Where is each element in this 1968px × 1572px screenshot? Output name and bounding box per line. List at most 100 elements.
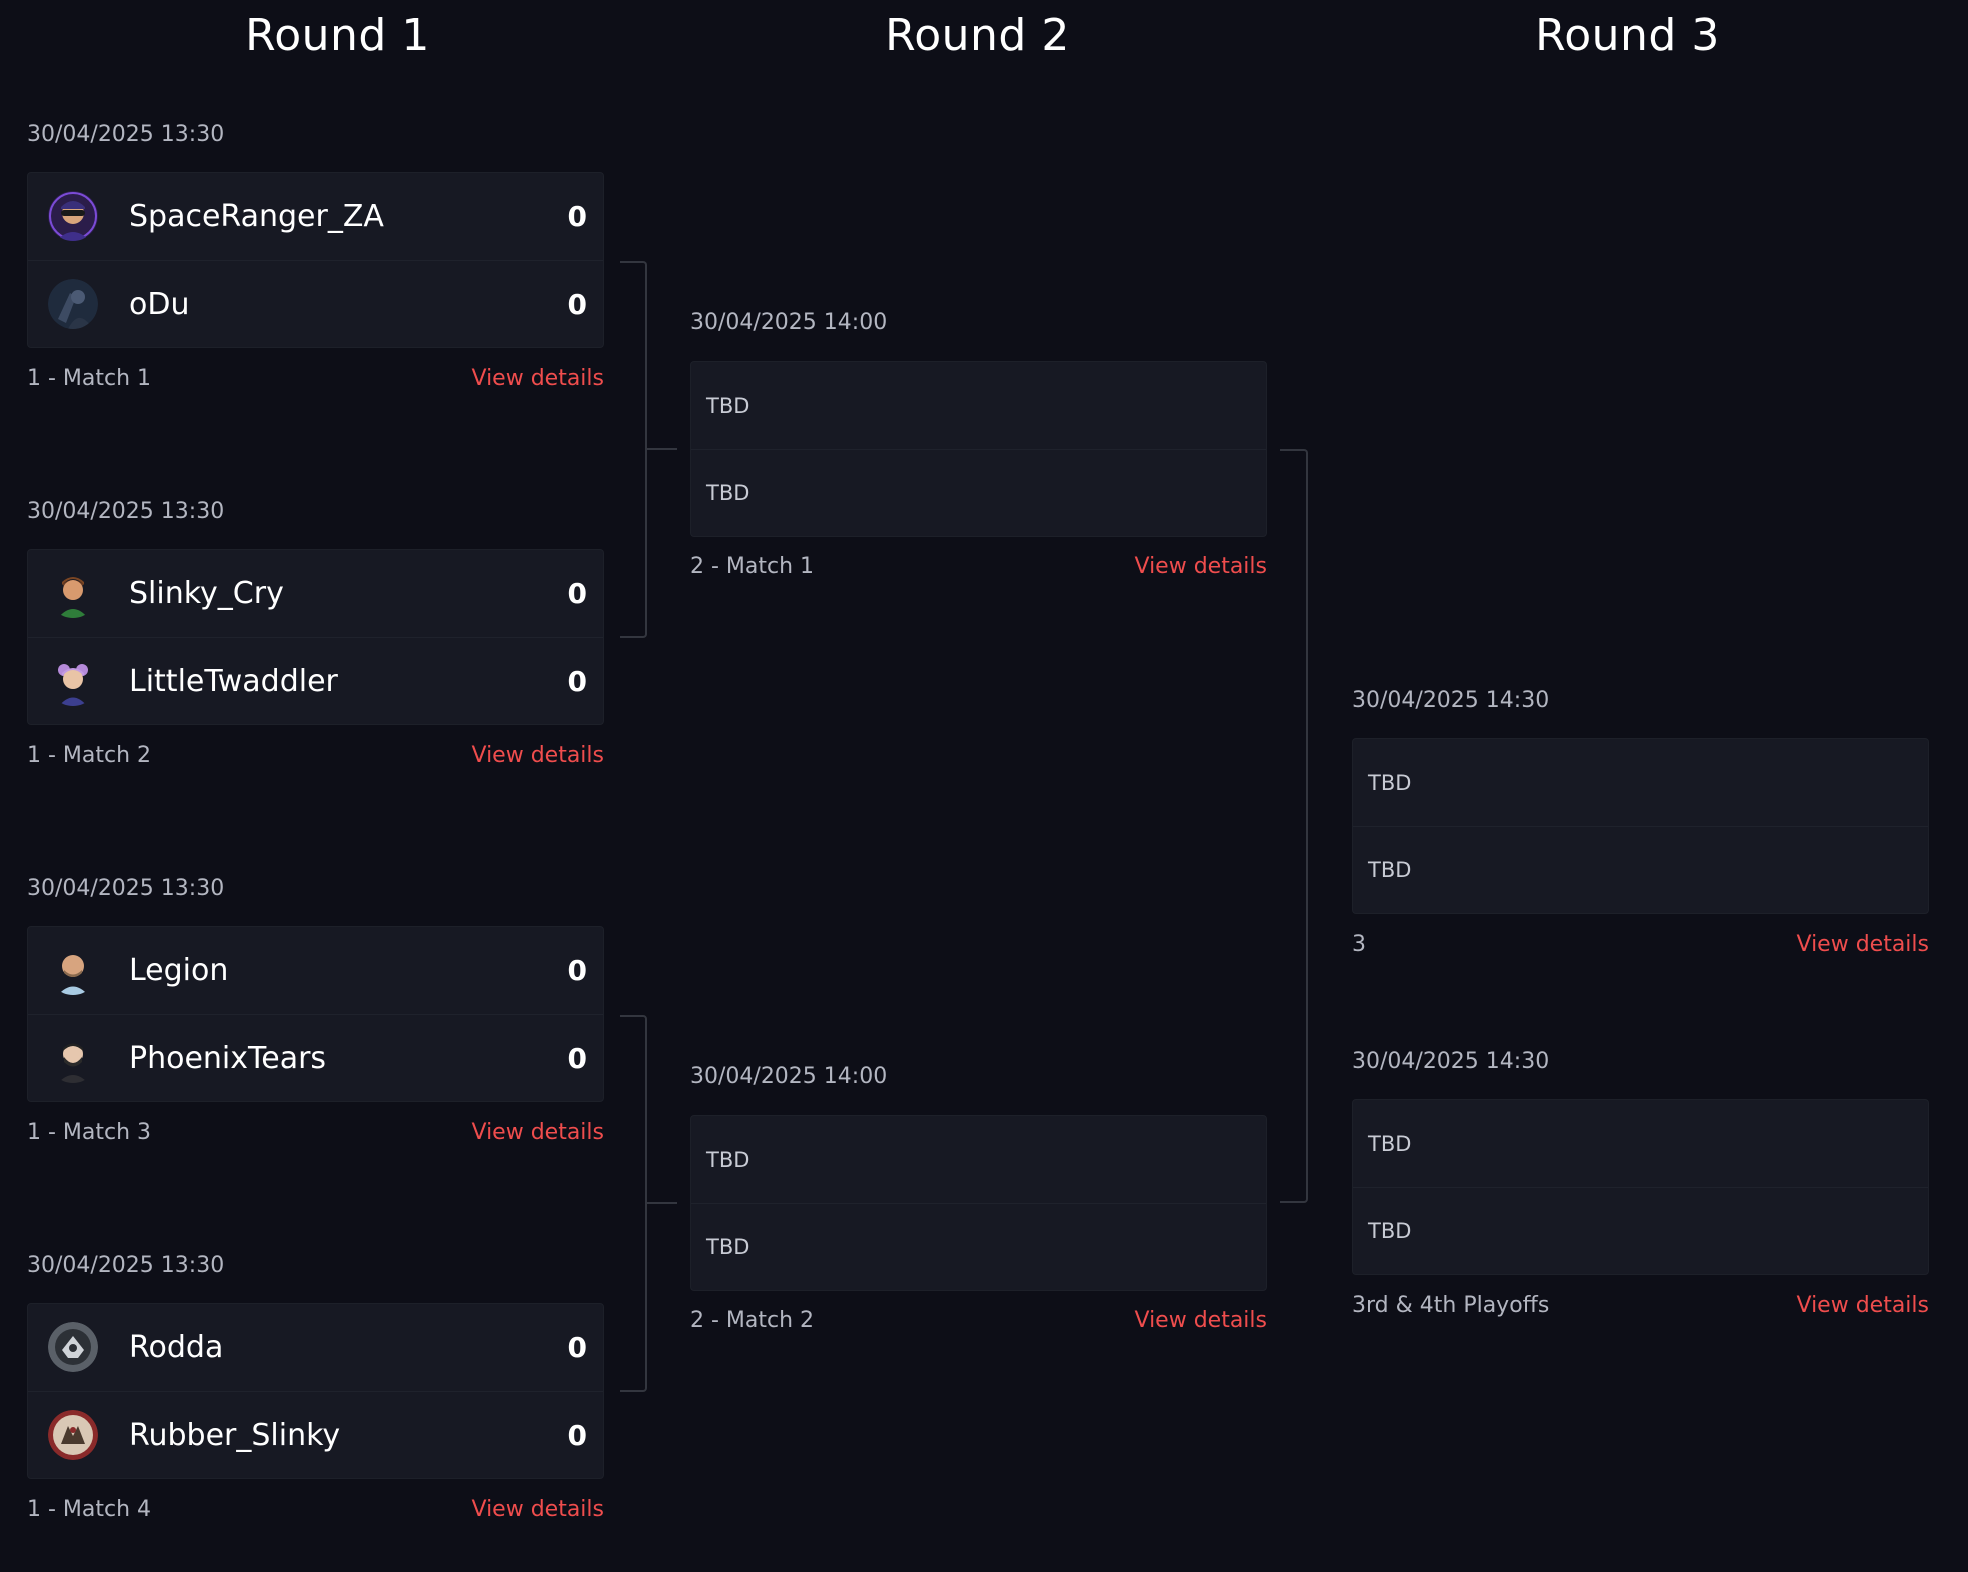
player-name: Rodda — [129, 1330, 224, 1365]
tbd-name: TBD — [706, 393, 750, 418]
player-slot[interactable]: Slinky_Cry 0 — [28, 550, 603, 637]
player-score: 0 — [567, 287, 587, 321]
match-card[interactable]: TBD TBD — [690, 361, 1267, 537]
match-footer: 2 - Match 1 View details — [690, 554, 1267, 579]
bracket-connector — [620, 261, 647, 638]
match-footer: 1 - Match 1 View details — [27, 366, 604, 391]
match-date: 30/04/2025 14:00 — [690, 1064, 888, 1089]
player-slot[interactable]: TBD — [1353, 739, 1928, 826]
player-slot[interactable]: TBD — [691, 362, 1266, 449]
match-card[interactable]: TBD TBD — [690, 1115, 1267, 1291]
bearded-avatar — [48, 1033, 98, 1083]
view-details-link[interactable]: View details — [472, 1120, 605, 1145]
match-label: 1 - Match 1 — [27, 366, 152, 391]
round-3-title: Round 3 — [1535, 10, 1720, 61]
match-r3-playoff: 30/04/2025 14:30 TBD TBD 3rd & 4th Playo… — [1352, 1047, 1929, 1332]
round-1-title: Round 1 — [245, 10, 430, 61]
player-slot[interactable]: TBD — [1353, 826, 1928, 913]
match-r1-m1: 30/04/2025 13:30 SpaceRanger_ZA 0 oDu 0 … — [27, 120, 604, 405]
match-footer: 1 - Match 2 View details — [27, 743, 604, 768]
match-date: 30/04/2025 14:30 — [1352, 688, 1550, 713]
match-r1-m3: 30/04/2025 13:30 Legion 0 PhoenixTears 0… — [27, 874, 604, 1159]
player-score: 0 — [567, 1418, 587, 1452]
match-date: 30/04/2025 14:00 — [690, 310, 888, 335]
match-card[interactable]: Rodda 0 Rubber_Slinky 0 — [27, 1303, 604, 1479]
view-details-link[interactable]: View details — [472, 366, 605, 391]
match-card[interactable]: SpaceRanger_ZA 0 oDu 0 — [27, 172, 604, 348]
bracket-connector — [1280, 449, 1308, 1203]
match-card[interactable]: TBD TBD — [1352, 738, 1929, 914]
player-score: 0 — [567, 1331, 587, 1364]
player-score: 0 — [567, 200, 587, 233]
player-score: 0 — [567, 577, 587, 610]
match-label: 3 — [1352, 932, 1366, 957]
tbd-name: TBD — [1368, 770, 1412, 795]
player-slot[interactable]: oDu 0 — [28, 260, 603, 347]
player-name: Legion — [129, 953, 229, 988]
match-date: 30/04/2025 13:30 — [27, 499, 225, 524]
view-details-link[interactable]: View details — [1797, 932, 1930, 957]
match-r2-m1: 30/04/2025 14:00 TBD TBD 2 - Match 1 Vie… — [690, 308, 1267, 593]
player-slot[interactable]: TBD — [691, 449, 1266, 536]
purple-hair-avatar — [48, 656, 98, 706]
match-date: 30/04/2025 14:30 — [1352, 1049, 1550, 1074]
player-slot[interactable]: PhoenixTears 0 — [28, 1014, 603, 1101]
match-label: 1 - Match 3 — [27, 1120, 152, 1145]
match-footer: 1 - Match 3 View details — [27, 1120, 604, 1145]
helmet-avatar — [48, 191, 98, 241]
player-name: LittleTwaddler — [129, 663, 338, 699]
player-slot[interactable]: TBD — [1353, 1187, 1928, 1274]
player-name: PhoenixTears — [129, 1040, 327, 1076]
match-date: 30/04/2025 13:30 — [27, 1253, 225, 1278]
match-card[interactable]: Slinky_Cry 0 LittleTwaddler 0 — [27, 549, 604, 725]
bracket-connector-line — [647, 1202, 677, 1204]
bald-avatar — [48, 945, 98, 995]
match-label: 1 - Match 4 — [27, 1497, 152, 1522]
player-slot[interactable]: Rodda 0 — [28, 1304, 603, 1391]
match-r1-m4: 30/04/2025 13:30 Rodda 0 Rubber_Slinky 0… — [27, 1251, 604, 1536]
tbd-name: TBD — [706, 1147, 750, 1172]
view-details-link[interactable]: View details — [1135, 554, 1268, 579]
match-label: 2 - Match 2 — [690, 1308, 815, 1333]
team-logo-avatar — [48, 1410, 98, 1460]
match-card[interactable]: Legion 0 PhoenixTears 0 — [27, 926, 604, 1102]
match-r1-m2: 30/04/2025 13:30 Slinky_Cry 0 LittleTwad… — [27, 497, 604, 782]
view-details-link[interactable]: View details — [472, 743, 605, 768]
player-slot[interactable]: Legion 0 — [28, 927, 603, 1014]
player-score: 0 — [567, 664, 587, 698]
bracket-connector-line — [647, 448, 677, 450]
player-slot[interactable]: SpaceRanger_ZA 0 — [28, 173, 603, 260]
match-r3-final: 30/04/2025 14:30 TBD TBD 3 View details — [1352, 686, 1929, 971]
match-label: 1 - Match 2 — [27, 743, 152, 768]
match-footer: 1 - Match 4 View details — [27, 1497, 604, 1522]
player-score: 0 — [567, 954, 587, 987]
match-date: 30/04/2025 13:30 — [27, 876, 225, 901]
view-details-link[interactable]: View details — [1135, 1308, 1268, 1333]
player-name: SpaceRanger_ZA — [129, 199, 384, 234]
soldier-avatar — [48, 279, 98, 329]
match-footer: 3 View details — [1352, 932, 1929, 957]
player-slot[interactable]: TBD — [691, 1203, 1266, 1290]
round-2-title: Round 2 — [885, 10, 1070, 61]
player-slot[interactable]: Rubber_Slinky 0 — [28, 1391, 603, 1478]
player-name: oDu — [129, 286, 190, 322]
match-label: 3rd & 4th Playoffs — [1352, 1293, 1550, 1318]
player-slot[interactable]: LittleTwaddler 0 — [28, 637, 603, 724]
match-date: 30/04/2025 13:30 — [27, 122, 225, 147]
tbd-name: TBD — [1368, 858, 1412, 882]
tbd-name: TBD — [706, 481, 750, 505]
player-name: Rubber_Slinky — [129, 1417, 341, 1453]
badge-avatar — [48, 1322, 98, 1372]
tbd-name: TBD — [706, 1235, 750, 1259]
player-slot[interactable]: TBD — [691, 1116, 1266, 1203]
player-score: 0 — [567, 1041, 587, 1075]
match-label: 2 - Match 1 — [690, 554, 815, 579]
player-slot[interactable]: TBD — [1353, 1100, 1928, 1187]
tbd-name: TBD — [1368, 1131, 1412, 1156]
view-details-link[interactable]: View details — [1797, 1293, 1930, 1318]
green-shirt-avatar — [48, 568, 98, 618]
match-r2-m2: 30/04/2025 14:00 TBD TBD 2 - Match 2 Vie… — [690, 1062, 1267, 1347]
bracket-connector — [620, 1015, 647, 1392]
view-details-link[interactable]: View details — [472, 1497, 605, 1522]
match-card[interactable]: TBD TBD — [1352, 1099, 1929, 1275]
